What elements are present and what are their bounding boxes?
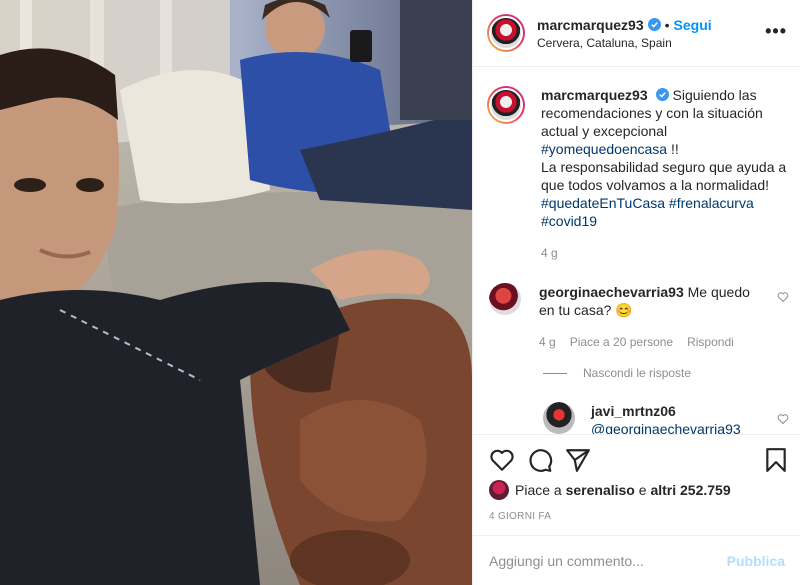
comment-likes[interactable]: Piace a 20 persone (570, 333, 673, 351)
post-location[interactable]: Cervera, Cataluna, Spain (537, 36, 712, 50)
hide-replies-label: Nascondi le risposte (583, 366, 692, 380)
reply-username[interactable]: javi_mrtnz06 (591, 403, 676, 419)
post-photo-illustration (0, 0, 472, 585)
author-avatar[interactable] (487, 14, 525, 52)
liker-avatar (489, 480, 509, 500)
hashtag-covid19[interactable]: #covid19 (541, 213, 597, 229)
liker-username[interactable]: serenaliso (566, 482, 635, 498)
follow-button[interactable]: Segui (674, 17, 712, 33)
likes-summary[interactable]: Piace a serenaliso e altri 252.759 (489, 480, 731, 500)
caption-text-2: !! (667, 141, 679, 157)
comment-input[interactable] (489, 552, 709, 569)
author-username[interactable]: marcmarquez93 (537, 17, 644, 33)
likes-prefix: Piace a (515, 482, 562, 498)
reply-like-heart-icon[interactable] (777, 413, 789, 425)
instagram-post-modal: marcmarquez93 • Segui Cervera, Cataluna,… (0, 0, 800, 585)
caption-username[interactable]: marcmarquez93 (541, 87, 648, 103)
replies-divider-line (543, 372, 567, 374)
publish-button[interactable]: Pubblica (727, 553, 785, 569)
caption-author-avatar[interactable] (487, 86, 525, 124)
hashtag-frenalacurva[interactable]: #frenalacurva (669, 195, 754, 211)
comment-like-heart-icon[interactable] (777, 291, 789, 303)
reply-author-avatar[interactable] (543, 402, 575, 434)
post-caption: marcmarquez93 Siguiendo las recomendacio… (487, 86, 787, 262)
commenter-username[interactable]: georginaechevarria93 (539, 284, 684, 300)
comment-icon[interactable] (527, 447, 553, 473)
comments-section[interactable]: marcmarquez93 Siguiendo las recomendacio… (473, 68, 800, 434)
caption-age[interactable]: 4 g (541, 244, 787, 262)
verified-icon (647, 18, 661, 31)
add-comment-bar: Pubblica (473, 535, 800, 585)
hashtag-yomequedoencasa[interactable]: #yomequedoencasa (541, 141, 667, 157)
post-side-panel: marcmarquez93 • Segui Cervera, Cataluna,… (472, 0, 800, 585)
heart-icon[interactable] (489, 447, 515, 473)
hide-replies-toggle[interactable]: Nascondi le risposte (543, 366, 691, 380)
commenter-avatar[interactable] (489, 283, 521, 315)
post-photo[interactable] (0, 0, 472, 585)
hashtag-quedateentucasa[interactable]: #quedateEnTuCasa (541, 195, 665, 211)
share-icon[interactable] (565, 447, 591, 473)
action-bar (473, 434, 800, 484)
bookmark-icon[interactable] (763, 447, 789, 473)
likes-others[interactable]: altri 252.759 (650, 482, 730, 498)
post-header: marcmarquez93 • Segui Cervera, Cataluna,… (473, 0, 800, 67)
reply-item: javi_mrtnz06 @georginaechevarria93 (543, 402, 783, 434)
reply-mention[interactable]: @georginaechevarria93 (591, 421, 741, 434)
verified-icon (655, 88, 669, 101)
likes-middle: e (638, 482, 647, 498)
post-timestamp[interactable]: 4 GIORNI FA (489, 511, 551, 522)
caption-text-3: La responsabilidad seguro que ayuda a qu… (541, 159, 787, 193)
comment-age[interactable]: 4 g (539, 333, 556, 351)
comment-item: georginaechevarria93 Me quedo en tu casa… (489, 283, 789, 351)
reply-button[interactable]: Rispondi (687, 333, 734, 351)
more-icon[interactable]: ••• (765, 22, 787, 40)
separator-dot: • (664, 16, 670, 33)
